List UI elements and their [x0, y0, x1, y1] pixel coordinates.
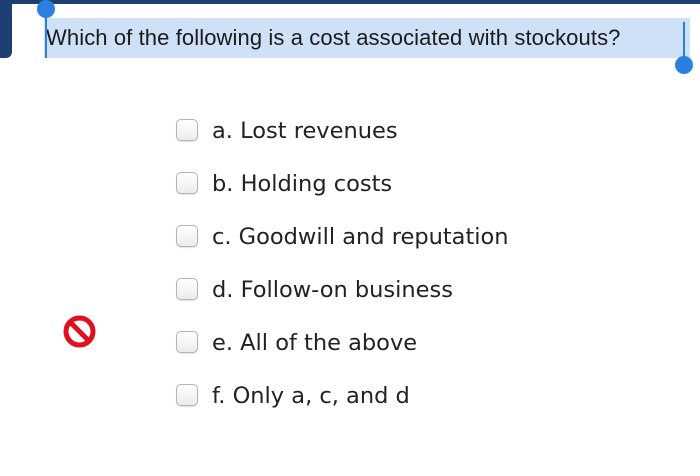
option-f[interactable]: f. Only a, c, and d [176, 369, 509, 422]
option-c[interactable]: c. Goodwill and reputation [176, 210, 509, 263]
option-a[interactable]: a. Lost revenues [176, 104, 509, 157]
option-d-label: d. Follow-on business [212, 276, 453, 303]
option-b-checkbox[interactable] [176, 171, 198, 194]
question-marker-tab [0, 0, 12, 58]
option-b-label: b. Holding costs [212, 170, 393, 197]
selection-end-handle[interactable] [675, 56, 693, 74]
option-e-label: e. All of the above [212, 329, 418, 356]
question-text: Which of the following is a cost associa… [46, 25, 621, 50]
option-a-checkbox[interactable] [176, 118, 198, 141]
option-b[interactable]: b. Holding costs [176, 157, 509, 210]
header-bar [0, 0, 700, 4]
option-e-checkbox[interactable] [176, 330, 198, 353]
option-d[interactable]: d. Follow-on business [176, 263, 509, 316]
prohibited-icon [63, 315, 96, 348]
answer-options: a. Lost revenues b. Holding costs c. Goo… [176, 104, 509, 422]
option-a-label: a. Lost revenues [212, 117, 398, 144]
selection-start-handle[interactable] [37, 0, 55, 18]
option-d-checkbox[interactable] [176, 277, 198, 300]
option-c-label: c. Goodwill and reputation [212, 223, 509, 250]
option-f-checkbox[interactable] [176, 383, 198, 406]
option-e[interactable]: e. All of the above [176, 316, 509, 369]
option-c-checkbox[interactable] [176, 224, 198, 247]
option-f-label: f. Only a, c, and d [212, 382, 410, 409]
quiz-page: Which of the following is a cost associa… [0, 0, 700, 476]
